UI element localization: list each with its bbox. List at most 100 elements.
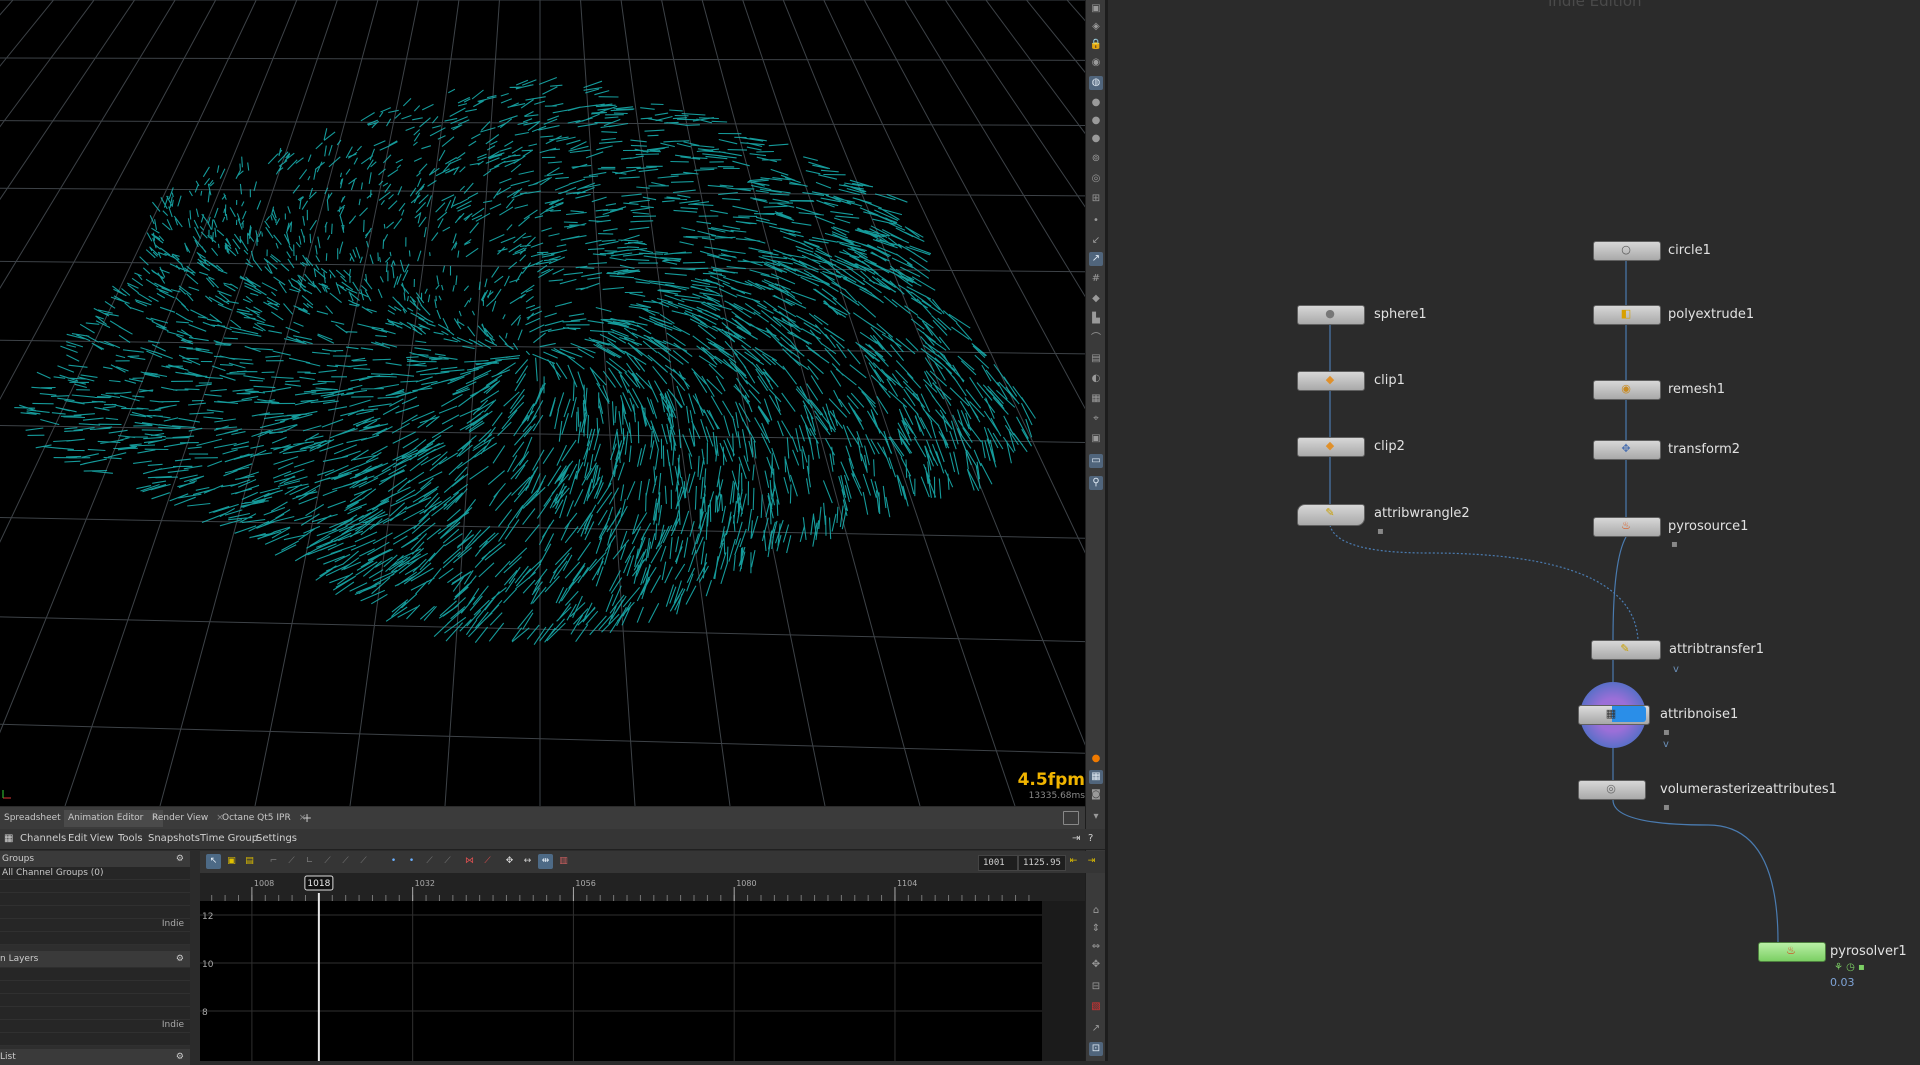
slope-icon[interactable]: ⟋	[422, 854, 437, 869]
light-bulb-icon[interactable]: ●	[1089, 96, 1103, 110]
menu-settings[interactable]: Settings	[256, 832, 297, 846]
end-frame-field[interactable]: 1125.95	[1018, 855, 1066, 871]
menu-grid-icon[interactable]: ▦	[4, 832, 13, 846]
list-item[interactable]	[0, 932, 190, 945]
visibility-icon[interactable]: ◉	[1089, 56, 1103, 70]
shadow-icon[interactable]: ●	[1089, 132, 1103, 146]
frame-all-icon[interactable]: ✥	[1089, 958, 1103, 972]
gear-icon[interactable]: ⚙	[176, 951, 184, 967]
node-polyextrude1[interactable]: ◧ polyextrude1	[1593, 305, 1913, 325]
node-circle1[interactable]: ○ circle1	[1593, 241, 1913, 261]
point-numbers-icon[interactable]: #	[1089, 272, 1103, 286]
layout-icon[interactable]: ▦	[1089, 770, 1103, 784]
menu-edit[interactable]: Edit	[68, 832, 87, 846]
ghost-curve-icon[interactable]: ▥	[556, 854, 571, 869]
hulls-icon[interactable]: ⌒	[1089, 332, 1103, 346]
group-icon[interactable]: ⊞	[1089, 192, 1103, 206]
lighting-icon[interactable]: ◍	[1089, 76, 1103, 90]
pin-icon[interactable]: ⇥	[1072, 832, 1080, 846]
frame-horizontal-icon[interactable]: ⇔	[1089, 940, 1103, 954]
uv-icon[interactable]: ▙	[1089, 312, 1103, 326]
templates-icon[interactable]: ⊚	[1089, 152, 1103, 166]
tangent-linear-icon[interactable]: ⟋	[284, 854, 299, 869]
graph-canvas[interactable]: 1008 1032 1056 1080 1104 12 10 8 1018	[200, 873, 1085, 1061]
tab-octane-ipr[interactable]: Octane Qt5 IPR ×	[218, 810, 310, 827]
gear-icon[interactable]: ⚙	[176, 1049, 184, 1065]
range-start-icon[interactable]: ⇤	[1066, 854, 1081, 869]
snap-key-icon[interactable]: ⋈	[462, 854, 477, 869]
scale-box-icon[interactable]: ▤	[242, 854, 257, 869]
node-volumerasterizeattributes1[interactable]: ◎ volumerasterizeattributes1 ▪	[1578, 780, 1908, 813]
start-frame-field[interactable]: 1001	[978, 855, 1018, 871]
menu-channels[interactable]: Channels	[20, 832, 66, 846]
camera-icon[interactable]: ▣	[1089, 2, 1103, 16]
list-item[interactable]	[0, 1033, 190, 1046]
headlight-icon[interactable]: ●	[1089, 114, 1103, 128]
view-mode-icon[interactable]: ◈	[1089, 20, 1103, 34]
gear-icon[interactable]: ⚙	[176, 851, 184, 867]
home-icon[interactable]: ⌂	[1089, 904, 1103, 918]
normals-icon[interactable]: ↙	[1089, 234, 1103, 248]
point-display-icon[interactable]: •	[1089, 214, 1103, 228]
lock-icon[interactable]: 🔒	[1089, 38, 1103, 52]
background-icon[interactable]: ▣	[1089, 432, 1103, 446]
menu-snapshots[interactable]: Snapshots	[148, 832, 200, 846]
list-item[interactable]	[0, 906, 190, 919]
list-item[interactable]	[0, 893, 190, 906]
node-pyrosolver1[interactable]: ♨ pyrosolver1 ⚘ ◷ ▪ 0.03	[1758, 942, 1918, 989]
list-item[interactable]	[0, 880, 190, 893]
vertex-normals-icon[interactable]: ↗	[1089, 252, 1103, 266]
snapshot-icon[interactable]: ▭	[1089, 454, 1103, 468]
frame-selection-icon[interactable]: ✥	[502, 854, 517, 869]
menu-time-group[interactable]: Time Group	[200, 832, 258, 846]
tab-render-view[interactable]: Render View ×	[148, 810, 228, 827]
primitive-numbers-icon[interactable]: ◆	[1089, 292, 1103, 306]
node-pyrosource1[interactable]: ♨ pyrosource1 ▪	[1593, 517, 1913, 550]
menu-view[interactable]: View	[90, 832, 114, 846]
tangent-smooth-icon[interactable]: ⟋	[338, 854, 353, 869]
help-icon[interactable]: ?	[1088, 832, 1093, 846]
node-attribnoise1[interactable]: ▦ attribnoise1 ▪ v	[1578, 705, 1898, 750]
network-editor[interactable]: Indie Edition ● sphere1 ◆ clip1 ◆ clip2 …	[1108, 0, 1920, 1061]
curve-display-icon[interactable]: ▧	[1089, 1000, 1103, 1014]
list-item[interactable]	[0, 1007, 190, 1020]
list-item[interactable]	[0, 968, 190, 981]
list-item[interactable]: All Channel Groups (0)	[0, 867, 190, 880]
animation-graph[interactable]: 1008 1032 1056 1080 1104 12 10 8 1018	[200, 873, 1085, 1061]
handles-icon[interactable]: ↗	[1089, 1022, 1103, 1036]
location-icon[interactable]: ⚲	[1089, 476, 1103, 490]
tangent-flat-icon[interactable]: ⌐	[266, 854, 281, 869]
tangent-auto-icon[interactable]: ⟋	[320, 854, 335, 869]
menu-tools[interactable]: Tools	[118, 832, 143, 846]
key-icon[interactable]: •	[386, 854, 401, 869]
texture-icon[interactable]: ▦	[1089, 392, 1103, 406]
selection-icon[interactable]: ⌖	[1089, 412, 1103, 426]
tangent-ease-icon[interactable]: ⟋	[356, 854, 371, 869]
scene-viewport[interactable]: 4.5fpm 13335.68ms	[0, 0, 1085, 806]
node-transform2[interactable]: ✥ transform2	[1593, 440, 1913, 460]
pane-layout-icon[interactable]	[1063, 811, 1079, 825]
warning-icon[interactable]: ●	[1089, 752, 1103, 766]
ghost-icon[interactable]: ◎	[1089, 172, 1103, 186]
snap-icon[interactable]: ⊟	[1089, 980, 1103, 994]
node-remesh1[interactable]: ◉ remesh1	[1593, 380, 1913, 400]
key-value-icon[interactable]: •	[404, 854, 419, 869]
display-options-icon[interactable]: ◙	[1089, 788, 1103, 802]
frame-vertical-icon[interactable]: ⇕	[1089, 922, 1103, 936]
values-icon[interactable]: ⊡	[1089, 1042, 1103, 1056]
viewport-canvas[interactable]	[0, 0, 1085, 806]
frame-range-icon[interactable]: ↔	[520, 854, 535, 869]
select-tool-icon[interactable]: ↖	[206, 854, 221, 869]
snap-frame-icon[interactable]: ⟋	[480, 854, 495, 869]
accel-icon[interactable]: ⟋	[440, 854, 455, 869]
list-item[interactable]	[0, 994, 190, 1007]
node-attribtransfer1[interactable]: ✎ attribtransfer1 v	[1591, 640, 1911, 675]
box-select-icon[interactable]: ▣	[224, 854, 239, 869]
pane-menu-icon[interactable]: ▾	[1089, 810, 1103, 824]
tangent-break-icon[interactable]: ∟	[302, 854, 317, 869]
profile-icon[interactable]: ▤	[1089, 352, 1103, 366]
add-tab-button[interactable]: +	[298, 810, 316, 827]
range-end-icon[interactable]: ⇥	[1084, 854, 1099, 869]
fit-icon[interactable]: ⇹	[538, 854, 553, 869]
list-item[interactable]	[0, 981, 190, 994]
